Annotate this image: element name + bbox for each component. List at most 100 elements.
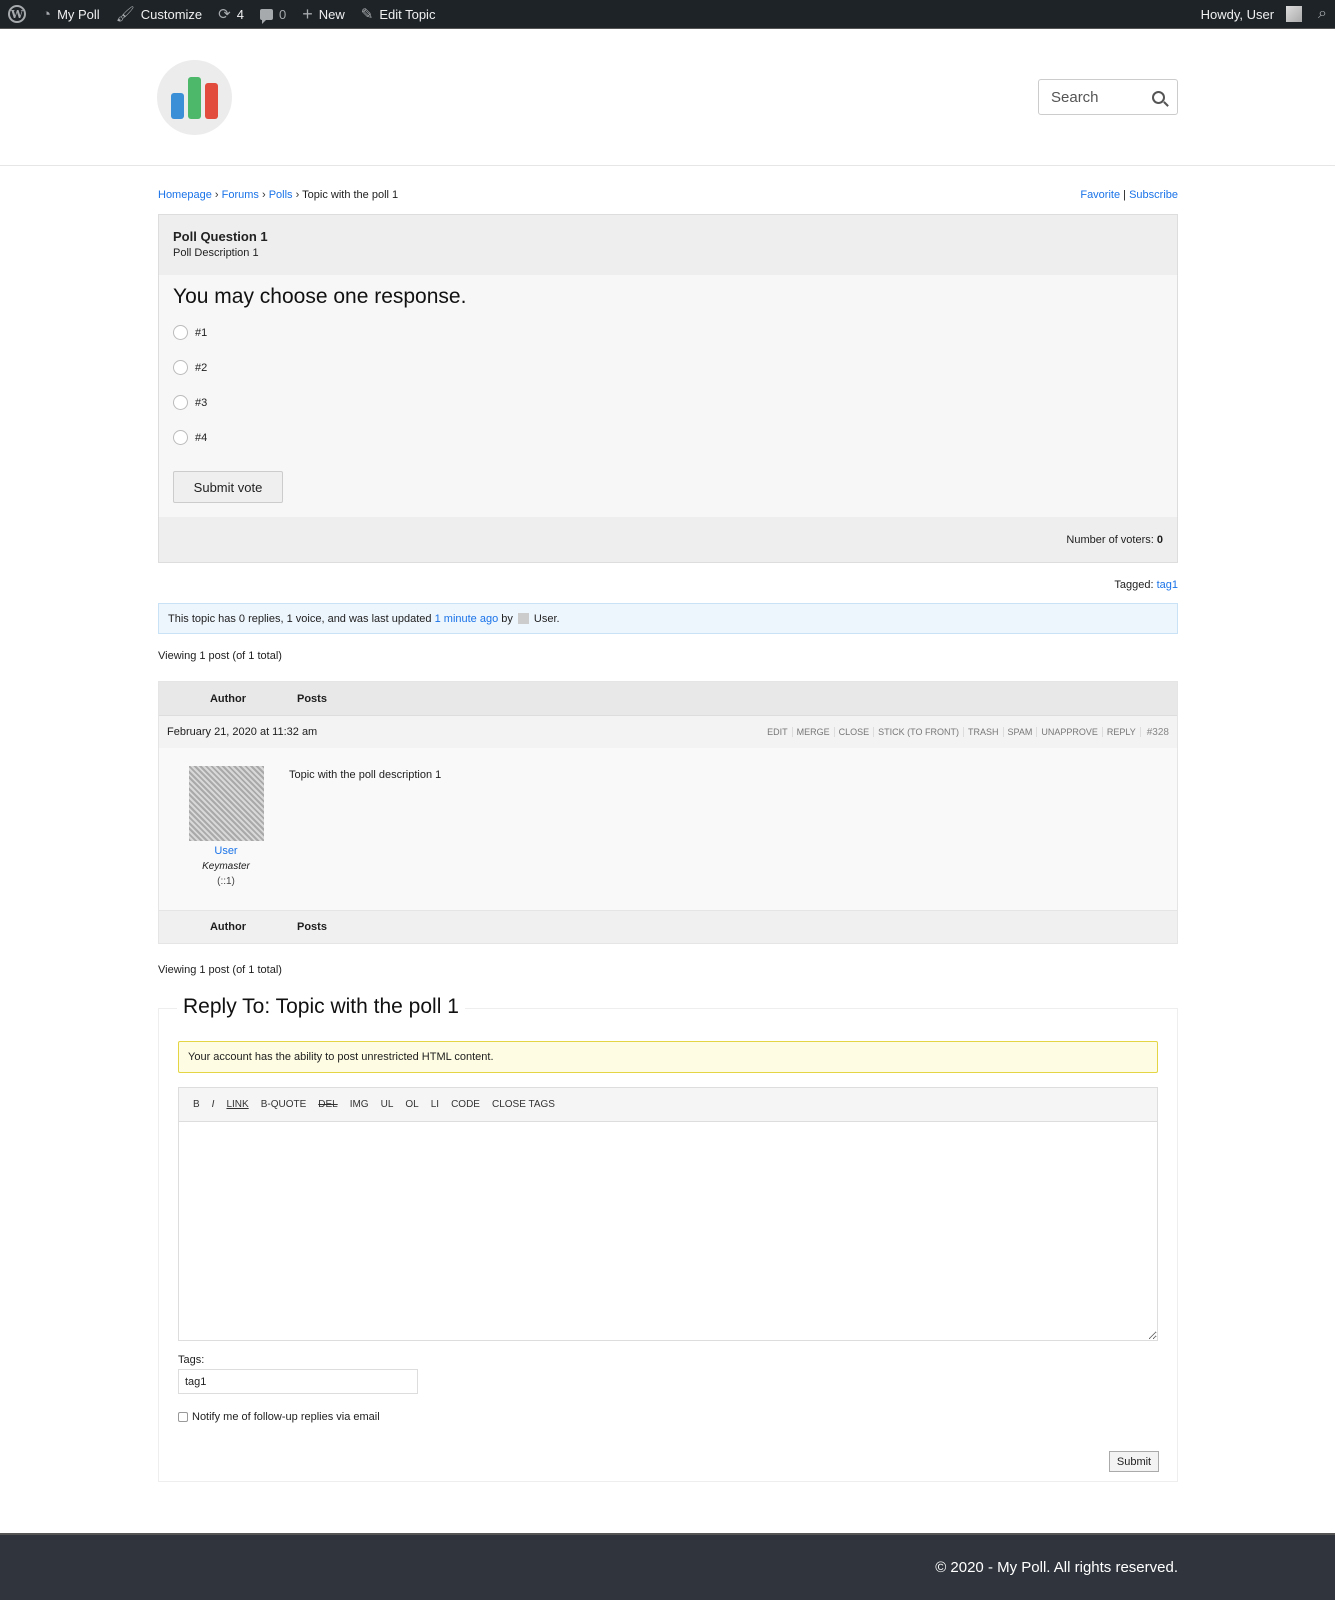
poll-option[interactable]: #3 bbox=[173, 385, 1163, 420]
pagination-count-top: Viewing 1 post (of 1 total) bbox=[158, 650, 282, 662]
post-permalink[interactable]: #328 bbox=[1147, 727, 1169, 738]
post-body: User Keymaster (::1) Topic with the poll… bbox=[159, 748, 1177, 910]
post-admin-links: EDIT MERGE CLOSE STICK (TO FRONT) TRASH … bbox=[763, 727, 1169, 738]
submit-vote-button[interactable]: Submit vote bbox=[173, 471, 283, 503]
notify-checkbox[interactable] bbox=[178, 1412, 188, 1422]
posts-table-footer: Author Posts bbox=[159, 910, 1177, 943]
qt-close-tags-button[interactable]: CLOSE TAGS bbox=[486, 1099, 561, 1110]
breadcrumb-forums[interactable]: Forums bbox=[222, 189, 259, 201]
author-role: Keymaster bbox=[202, 861, 250, 872]
site-header bbox=[0, 29, 1335, 166]
topic-actions: Favorite | Subscribe bbox=[1080, 189, 1178, 201]
reply-editor: B I LINK B-QUOTE DEL IMG UL OL LI CODE C… bbox=[178, 1087, 1158, 1341]
poll-widget: Poll Question 1 Poll Description 1 You m… bbox=[158, 214, 1178, 563]
site-logo[interactable] bbox=[157, 60, 232, 135]
unapprove-link[interactable]: UNAPPROVE bbox=[1037, 727, 1103, 737]
reply-link[interactable]: REPLY bbox=[1103, 727, 1141, 737]
qt-del-button[interactable]: DEL bbox=[312, 1099, 343, 1110]
edit-link[interactable]: EDIT bbox=[763, 727, 793, 737]
comments-link[interactable]: 0 bbox=[252, 0, 294, 28]
new-content-menu[interactable]: + New bbox=[294, 0, 353, 28]
freshness-link[interactable]: 1 minute ago bbox=[435, 613, 499, 625]
poll-header: Poll Question 1 Poll Description 1 bbox=[159, 215, 1177, 275]
user-avatar bbox=[1286, 6, 1303, 22]
topic-info-notice: This topic has 0 replies, 1 voice, and w… bbox=[158, 603, 1178, 634]
poll-instruction: You may choose one response. bbox=[173, 285, 467, 308]
voters-count: 0 bbox=[1156, 533, 1163, 546]
poll-option[interactable]: #1 bbox=[173, 315, 1163, 350]
qt-bold-button[interactable]: B bbox=[187, 1099, 206, 1110]
search-input[interactable] bbox=[1051, 88, 1141, 106]
reply-content-textarea[interactable] bbox=[179, 1122, 1157, 1340]
author-avatar[interactable] bbox=[188, 766, 264, 841]
author-ip: (::1) bbox=[217, 876, 235, 887]
favorite-link[interactable]: Favorite bbox=[1080, 189, 1120, 201]
qt-italic-button[interactable]: I bbox=[206, 1099, 221, 1110]
poll-option[interactable]: #2 bbox=[173, 350, 1163, 385]
tags-label: Tags: bbox=[178, 1354, 205, 1366]
logo-bar-green bbox=[188, 77, 201, 119]
brush-icon: 🖌︎ bbox=[115, 5, 135, 23]
wordpress-logo-icon: W bbox=[8, 5, 26, 23]
poll-option-radio[interactable] bbox=[173, 395, 188, 410]
pagination-count-bottom: Viewing 1 post (of 1 total) bbox=[158, 964, 282, 976]
logo-bar-blue bbox=[171, 93, 184, 119]
tags-input[interactable] bbox=[178, 1369, 418, 1394]
comment-icon bbox=[259, 8, 273, 24]
poll-option-radio[interactable] bbox=[173, 360, 188, 375]
post-author: User Keymaster (::1) bbox=[159, 748, 283, 910]
subscribe-link[interactable]: Subscribe bbox=[1129, 189, 1178, 201]
reply-form: Reply To: Topic with the poll 1 Your acc… bbox=[158, 995, 1178, 1482]
author-name-link[interactable]: User bbox=[214, 845, 237, 857]
posts-table: Author Posts February 21, 2020 at 11:32 … bbox=[158, 681, 1178, 944]
wordpress-menu[interactable]: W bbox=[0, 0, 34, 28]
qt-img-button[interactable]: IMG bbox=[344, 1099, 375, 1110]
breadcrumb: Homepage › Forums › Polls › Topic with t… bbox=[158, 189, 399, 201]
post-meta-row: February 21, 2020 at 11:32 am EDIT MERGE… bbox=[159, 715, 1177, 748]
edit-topic-link[interactable]: ✎ Edit Topic bbox=[353, 0, 444, 28]
qt-ol-button[interactable]: OL bbox=[399, 1099, 424, 1110]
poll-question: Poll Question 1 bbox=[173, 229, 268, 244]
breadcrumb-polls[interactable]: Polls bbox=[269, 189, 293, 201]
pencil-icon: ✎ bbox=[360, 5, 374, 23]
account-menu[interactable]: Howdy, User bbox=[1193, 0, 1310, 28]
html-notice: Your account has the ability to post unr… bbox=[178, 1041, 1158, 1073]
post-content: Topic with the poll description 1 bbox=[289, 769, 442, 781]
dashboard-icon: ◔ bbox=[42, 5, 52, 23]
notify-option[interactable]: Notify me of follow-up replies via email bbox=[178, 1411, 380, 1423]
updates-link[interactable]: ⟳ 4 bbox=[210, 0, 252, 28]
breadcrumb-row: Homepage › Forums › Polls › Topic with t… bbox=[158, 189, 1178, 201]
qt-blockquote-button[interactable]: B-QUOTE bbox=[255, 1099, 313, 1110]
search-icon: ⌕ bbox=[1318, 5, 1327, 22]
spam-link[interactable]: SPAM bbox=[1004, 727, 1038, 737]
tag-link[interactable]: tag1 bbox=[1157, 579, 1178, 591]
breadcrumb-current: Topic with the poll 1 bbox=[302, 189, 399, 201]
quicktags-toolbar: B I LINK B-QUOTE DEL IMG UL OL LI CODE C… bbox=[179, 1088, 1157, 1122]
updates-icon: ⟳ bbox=[218, 5, 231, 23]
last-user-link[interactable]: User. bbox=[534, 613, 560, 625]
poll-option[interactable]: #4 bbox=[173, 420, 1163, 455]
search-icon[interactable] bbox=[1152, 90, 1165, 104]
admin-bar: W ◔ My Poll 🖌︎ Customize ⟳ 4 0 + New ✎ Edit T… bbox=[0, 0, 1335, 29]
trash-link[interactable]: TRASH bbox=[964, 727, 1004, 737]
poll-option-radio[interactable] bbox=[173, 325, 188, 340]
poll-option-radio[interactable] bbox=[173, 430, 188, 445]
merge-link[interactable]: MERGE bbox=[793, 727, 835, 737]
site-name-menu[interactable]: ◔ My Poll bbox=[34, 0, 108, 28]
search-box bbox=[1038, 79, 1178, 115]
stick-link[interactable]: STICK (TO FRONT) bbox=[874, 727, 965, 737]
post-date: February 21, 2020 at 11:32 am bbox=[167, 726, 318, 738]
submit-reply-button[interactable]: Submit bbox=[1109, 1451, 1159, 1472]
qt-ul-button[interactable]: UL bbox=[375, 1099, 400, 1110]
customize-link[interactable]: 🖌︎ Customize bbox=[108, 0, 210, 28]
plus-icon: + bbox=[302, 4, 313, 24]
poll-description: Poll Description 1 bbox=[173, 247, 259, 259]
qt-code-button[interactable]: CODE bbox=[445, 1099, 486, 1110]
adminbar-search[interactable]: ⌕ bbox=[1310, 0, 1335, 28]
qt-link-button[interactable]: LINK bbox=[220, 1099, 254, 1110]
close-link[interactable]: CLOSE bbox=[835, 727, 875, 737]
logo-bar-red bbox=[205, 83, 218, 119]
breadcrumb-homepage[interactable]: Homepage bbox=[158, 189, 212, 201]
poll-body: You may choose one response. #1 #2 #3 #4… bbox=[159, 275, 1177, 517]
qt-li-button[interactable]: LI bbox=[425, 1099, 445, 1110]
